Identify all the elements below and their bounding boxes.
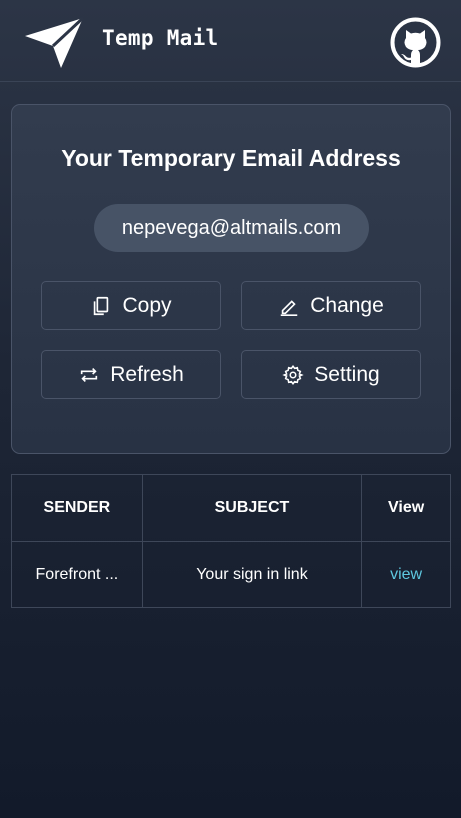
- view-link[interactable]: view: [390, 566, 422, 583]
- copy-button[interactable]: Copy: [41, 281, 221, 330]
- change-button[interactable]: Change: [241, 281, 421, 330]
- setting-button[interactable]: Setting: [241, 350, 421, 399]
- copy-icon: [94, 296, 109, 315]
- table-header-row: SENDER SUBJECT View: [11, 474, 451, 542]
- column-header-sender: SENDER: [11, 474, 143, 542]
- subject-cell: Your sign in link: [141, 541, 363, 608]
- refresh-label: Refresh: [110, 362, 184, 386]
- top-bar: Temp Mail: [0, 0, 461, 82]
- setting-label: Setting: [314, 362, 380, 386]
- sender-cell: Forefront ...: [11, 541, 143, 608]
- github-icon: [390, 17, 441, 68]
- app-title: Temp Mail: [102, 26, 219, 50]
- gear-icon: [282, 364, 304, 385]
- pencil-icon: [280, 299, 298, 316]
- copy-label: Copy: [122, 293, 172, 317]
- view-cell: view: [361, 541, 451, 608]
- column-header-subject: SUBJECT: [141, 474, 363, 542]
- column-header-view: View: [361, 474, 451, 542]
- paper-plane-icon: [25, 16, 85, 68]
- email-address: nepevega@altmails.com: [94, 204, 369, 252]
- github-link[interactable]: [390, 17, 441, 68]
- refresh-icon: [81, 367, 98, 382]
- refresh-button[interactable]: Refresh: [41, 350, 221, 399]
- table-row[interactable]: Forefront ... Your sign in link view: [11, 541, 451, 608]
- card-title: Your Temporary Email Address: [61, 145, 401, 171]
- email-card: Your Temporary Email Address nepevega@al…: [11, 104, 451, 454]
- change-label: Change: [310, 293, 384, 317]
- inbox-table: SENDER SUBJECT View Forefront ... Your s…: [11, 474, 451, 608]
